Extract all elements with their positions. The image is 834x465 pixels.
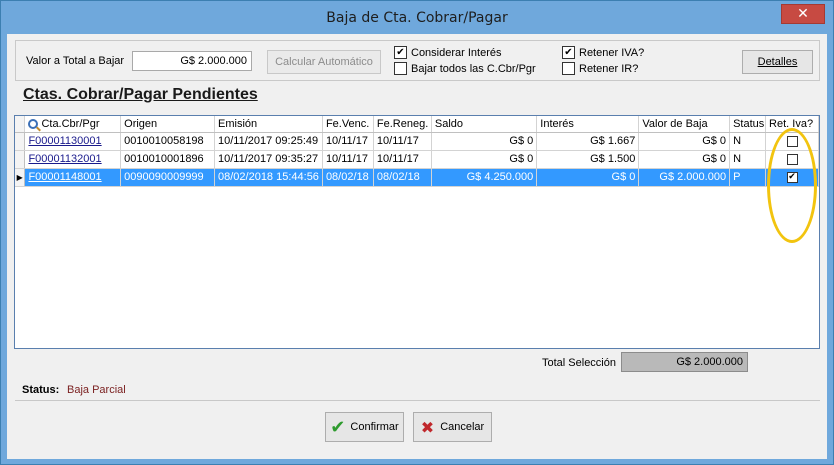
cancelar-label: Cancelar bbox=[440, 421, 485, 433]
valor-baja-cell[interactable]: G$ 0 bbox=[638, 150, 731, 169]
window-title: Baja de Cta. Cobrar/Pagar bbox=[326, 10, 508, 26]
grid-table: Cta.Cbr/Pgr Origen Emisión Fe.Venc. Fe.R… bbox=[15, 116, 819, 187]
col-header-saldo[interactable]: Saldo bbox=[431, 116, 538, 133]
status-cell[interactable]: P bbox=[729, 168, 767, 187]
calcular-automatico-button[interactable]: Calcular Automático bbox=[267, 50, 381, 74]
cta-cell[interactable]: F00001148001 bbox=[24, 168, 122, 187]
fe-venc-cell[interactable]: 10/11/17 bbox=[322, 132, 374, 151]
close-button[interactable]: ✕ bbox=[781, 4, 825, 24]
options-group: Valor a Total a Bajar G$ 2.000.000 Calcu… bbox=[15, 40, 820, 81]
saldo-cell[interactable]: G$ 0 bbox=[431, 150, 538, 169]
saldo-cell[interactable]: G$ 0 bbox=[431, 132, 538, 151]
retener-iva-checkbox[interactable]: ✔ Retener IVA? bbox=[562, 46, 644, 59]
table-row[interactable]: ▶ F00001148001 0090090009999 08/02/2018 15:… bbox=[15, 168, 819, 187]
fe-reneg-cell[interactable]: 10/11/17 bbox=[373, 132, 432, 151]
checkbox-label: Retener IVA? bbox=[579, 46, 645, 59]
pending-accounts-grid[interactable]: Cta.Cbr/Pgr Origen Emisión Fe.Venc. Fe.R… bbox=[14, 115, 820, 349]
total-seleccion-value: G$ 2.000.000 bbox=[621, 352, 748, 372]
table-row[interactable]: F00001132001 0010010001896 10/11/2017 09:3… bbox=[15, 150, 819, 169]
cta-link[interactable]: F00001130001 bbox=[28, 135, 101, 147]
cta-cell[interactable]: F00001132001 bbox=[24, 150, 122, 169]
col-header-valor-baja[interactable]: Valor de Baja bbox=[638, 116, 731, 133]
valor-input[interactable]: G$ 2.000.000 bbox=[132, 51, 252, 71]
emision-cell[interactable]: 10/11/2017 09:25:49 bbox=[214, 132, 323, 151]
valor-label: Valor a Total a Bajar bbox=[26, 55, 125, 67]
status-label: Status: bbox=[22, 384, 60, 396]
detalles-label: Detalles bbox=[757, 56, 798, 68]
divider bbox=[15, 400, 820, 401]
bajar-todos-checkbox[interactable]: Bajar todos las C.Cbr/Pgr bbox=[394, 62, 536, 75]
checkbox-label: Retener IR? bbox=[579, 62, 639, 75]
emision-cell[interactable]: 10/11/2017 09:35:27 bbox=[214, 150, 323, 169]
col-header-label: Cta.Cbr/Pgr bbox=[41, 117, 100, 130]
emision-cell[interactable]: 08/02/2018 15:44:56 bbox=[214, 168, 323, 187]
status-cell[interactable]: N bbox=[729, 132, 767, 151]
origen-cell[interactable]: 0090090009999 bbox=[120, 168, 215, 187]
grid-header-row: Cta.Cbr/Pgr Origen Emisión Fe.Venc. Fe.R… bbox=[15, 116, 819, 133]
confirmar-button[interactable]: ✔ Confirmar bbox=[325, 412, 404, 442]
section-title: Ctas. Cobrar/Pagar Pendientes bbox=[23, 86, 258, 103]
fe-reneg-cell[interactable]: 10/11/17 bbox=[373, 150, 432, 169]
grid-body: F00001130001 0010010058198 10/11/2017 09:2… bbox=[15, 132, 819, 187]
fe-reneg-cell[interactable]: 08/02/18 bbox=[373, 168, 432, 187]
fe-venc-cell[interactable]: 10/11/17 bbox=[322, 150, 374, 169]
valor-baja-cell[interactable]: G$ 2.000.000 bbox=[638, 168, 731, 187]
checkbox-box[interactable]: ✔ bbox=[562, 46, 575, 59]
table-row[interactable]: F00001130001 0010010058198 10/11/2017 09:2… bbox=[15, 132, 819, 151]
saldo-cell[interactable]: G$ 4.250.000 bbox=[431, 168, 538, 187]
row-pointer-cell[interactable] bbox=[15, 150, 26, 169]
cta-cell[interactable]: F00001130001 bbox=[24, 132, 122, 151]
origen-cell[interactable]: 0010010058198 bbox=[120, 132, 215, 151]
detalles-button[interactable]: Detalles bbox=[742, 50, 813, 74]
interes-cell[interactable]: G$ 0 bbox=[536, 168, 640, 187]
retener-ir-checkbox[interactable]: Retener IR? bbox=[562, 62, 638, 75]
row-pointer-cell[interactable]: ▶ bbox=[15, 168, 26, 187]
col-header-interes[interactable]: Interés bbox=[536, 116, 640, 133]
status-value: Baja Parcial bbox=[67, 384, 126, 396]
title-bar[interactable]: Baja de Cta. Cobrar/Pagar ✕ bbox=[1, 1, 833, 34]
col-header-origen[interactable]: Origen bbox=[120, 116, 215, 133]
cancelar-button[interactable]: ✖ Cancelar bbox=[413, 412, 492, 442]
cta-link[interactable]: F00001148001 bbox=[28, 171, 101, 183]
row-indicator-header bbox=[15, 116, 26, 133]
row-pointer-cell[interactable] bbox=[15, 132, 26, 151]
dialog-body: Valor a Total a Bajar G$ 2.000.000 Calcu… bbox=[7, 34, 827, 459]
origen-cell[interactable]: 0010010001896 bbox=[120, 150, 215, 169]
interes-cell[interactable]: G$ 1.667 bbox=[536, 132, 640, 151]
col-header-status[interactable]: Status bbox=[729, 116, 767, 133]
col-header-cta[interactable]: Cta.Cbr/Pgr bbox=[24, 116, 122, 133]
considerar-interes-checkbox[interactable]: ✔ Considerar Interés bbox=[394, 46, 502, 59]
col-header-emision[interactable]: Emisión bbox=[214, 116, 323, 133]
col-header-fe-reneg[interactable]: Fe.Reneg. bbox=[373, 116, 432, 133]
col-header-fe-venc[interactable]: Fe.Venc. bbox=[322, 116, 374, 133]
check-icon: ✔ bbox=[330, 416, 346, 438]
checkbox-label: Bajar todos las C.Cbr/Pgr bbox=[411, 62, 536, 75]
close-icon: ✕ bbox=[797, 6, 809, 22]
interes-cell[interactable]: G$ 1.500 bbox=[536, 150, 640, 169]
cta-link[interactable]: F00001132001 bbox=[28, 153, 101, 165]
search-icon[interactable] bbox=[28, 118, 39, 129]
highlight-annotation bbox=[767, 128, 817, 243]
checkbox-box[interactable] bbox=[562, 62, 575, 75]
dialog-window: Baja de Cta. Cobrar/Pagar ✕ Valor a Tota… bbox=[0, 0, 834, 465]
confirmar-label: Confirmar bbox=[350, 421, 399, 433]
checkbox-label: Considerar Interés bbox=[411, 46, 502, 59]
status-cell[interactable]: N bbox=[729, 150, 767, 169]
valor-baja-cell[interactable]: G$ 0 bbox=[638, 132, 731, 151]
checkbox-box[interactable]: ✔ bbox=[394, 46, 407, 59]
checkbox-box[interactable] bbox=[394, 62, 407, 75]
row-pointer-icon: ▶ bbox=[16, 172, 23, 182]
fe-venc-cell[interactable]: 08/02/18 bbox=[322, 168, 374, 187]
total-seleccion-label: Total Selección bbox=[542, 357, 616, 369]
x-icon: ✖ bbox=[420, 417, 435, 437]
